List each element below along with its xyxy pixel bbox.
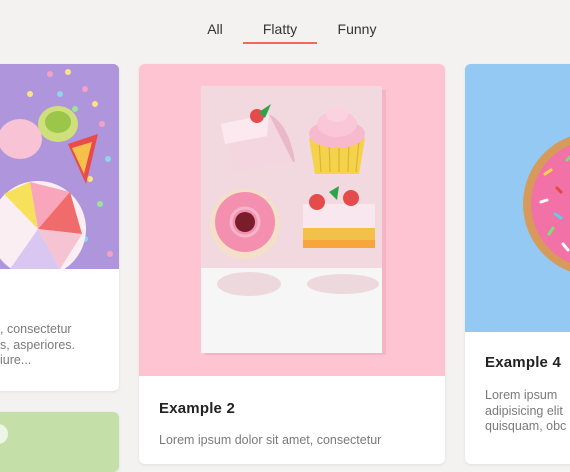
card-image-green: [0, 412, 119, 472]
filter-tabs: All Flatty Funny: [0, 14, 570, 46]
card-example-4[interactable]: Example 4 Lorem ipsum adipisicing elit q…: [465, 64, 570, 464]
card-title: Example 4: [485, 354, 562, 371]
card-example-2[interactable]: Example 2 Lorem ipsum dolor sit amet, co…: [139, 64, 445, 464]
card-image-sweets: [139, 64, 445, 376]
tab-funny[interactable]: Funny: [326, 14, 388, 44]
card-image-donut: [465, 64, 570, 332]
card-description: Lorem ipsum dolor sit amet, consectetur: [159, 433, 382, 447]
card-next-row[interactable]: [0, 412, 119, 472]
card-image-sprinkles: [0, 64, 119, 269]
tab-all[interactable]: All: [196, 14, 234, 44]
card-title: Example 2: [159, 400, 236, 417]
card-description: , consectetur s, asperiores. iure...: [0, 322, 76, 367]
card-description: Lorem ipsum adipisicing elit quisquam, o…: [485, 388, 567, 433]
tab-flatty[interactable]: Flatty: [243, 14, 317, 44]
card-example-1[interactable]: , consectetur s, asperiores. iure...: [0, 64, 119, 391]
